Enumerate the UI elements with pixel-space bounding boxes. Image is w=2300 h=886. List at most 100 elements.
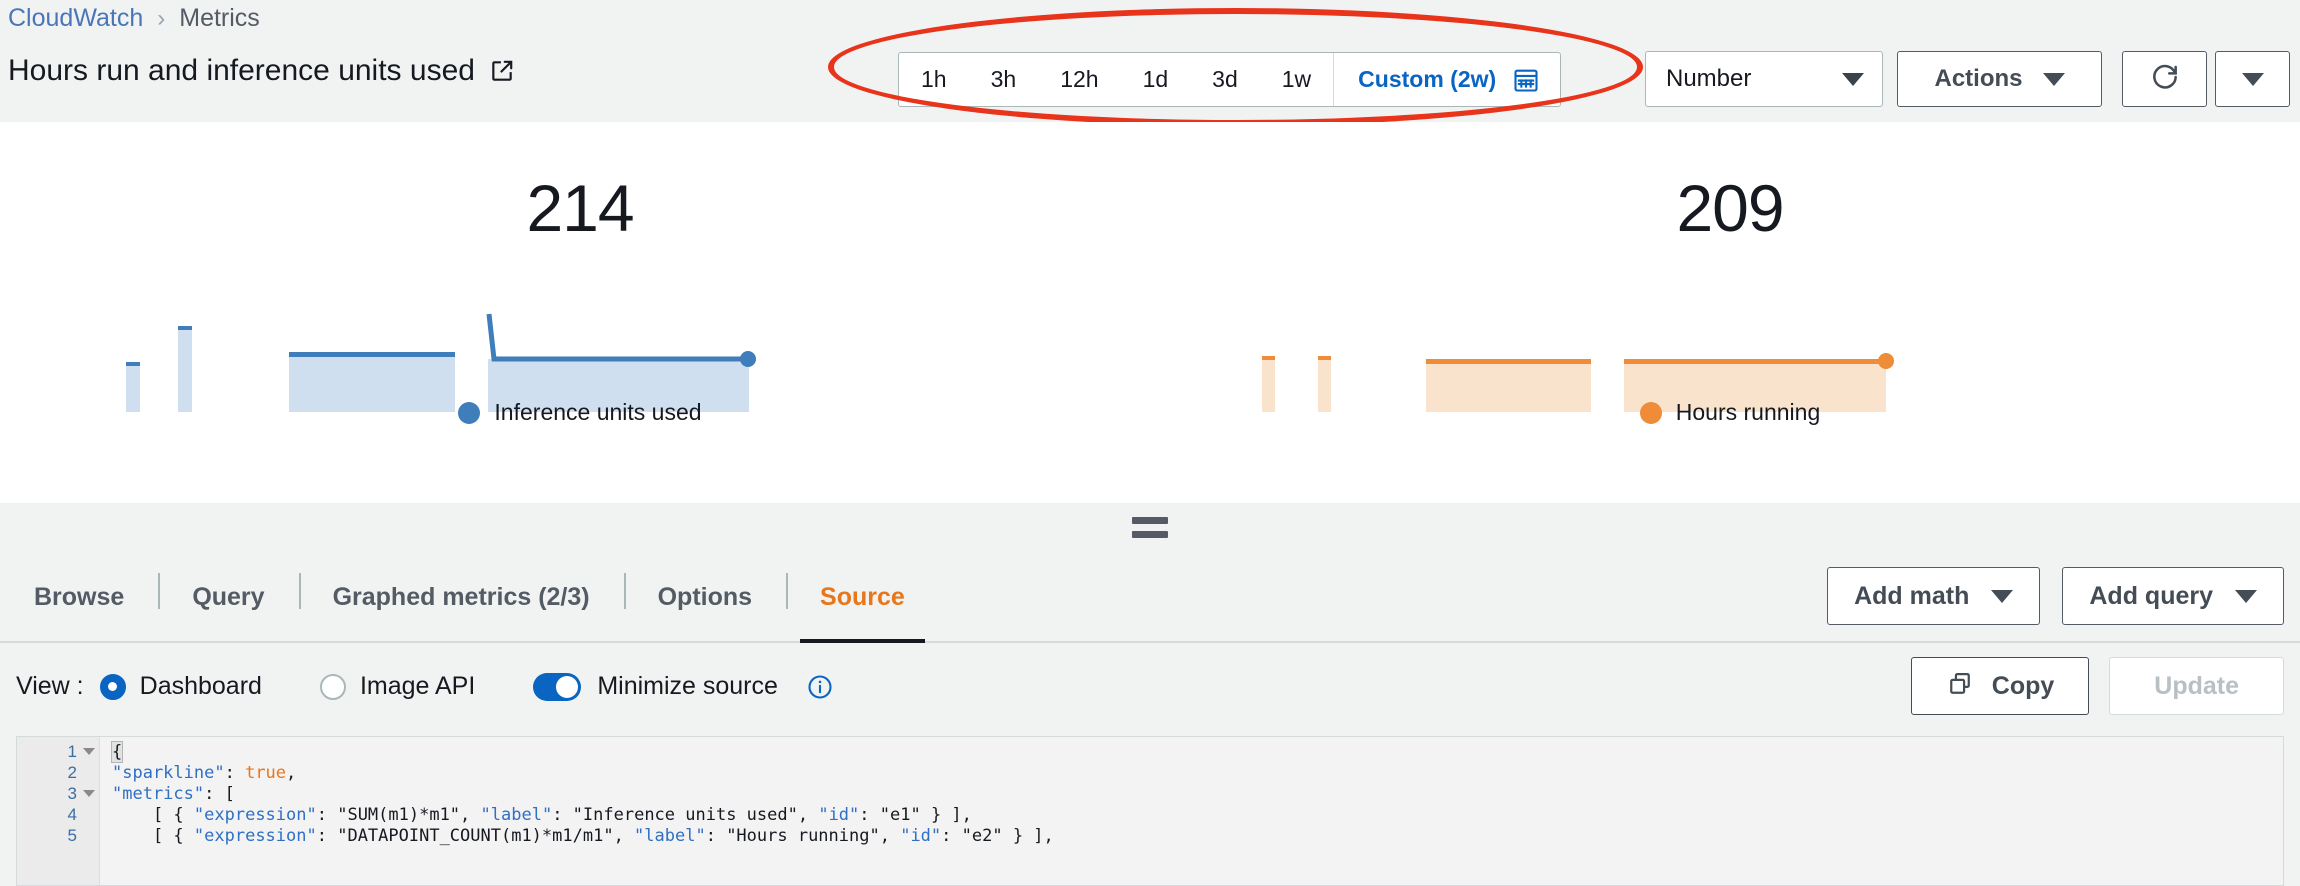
copy-button[interactable]: Copy [1911,657,2090,715]
tab-source[interactable]: Source [786,551,939,643]
line-number: 3 [17,784,77,804]
legend-color-dot [1640,402,1662,424]
tab-graphed-metrics[interactable]: Graphed metrics (2/3) [299,551,624,643]
sparkline-inference-units[interactable]: 214 Inference units used [0,122,1160,503]
code-line-text: [ { "expression": "DATAPOINT_COUNT(m1)*m… [100,826,1054,846]
chevron-down-icon [2235,590,2257,603]
time-range-3d[interactable]: 3d [1190,53,1260,106]
chevron-down-icon [2242,73,2264,86]
info-icon[interactable] [806,673,834,701]
code-lines: 1 { 2 "sparkline": true, 3 "metrics": [ … [17,741,2283,846]
line-number: 1 [17,742,77,762]
time-range-custom[interactable]: Custom (2w) [1334,53,1560,106]
breadcrumb-separator-icon: › [157,5,165,33]
handle-bar [1132,531,1168,538]
minimize-source-toggle[interactable]: Minimize source [533,672,834,701]
radio-label-dashboard: Dashboard [140,672,262,701]
fold-toggle-icon[interactable] [77,790,100,797]
tab-actions: Add math Add query [1827,567,2284,625]
legend-label-inference: Inference units used [494,399,701,426]
add-math-button[interactable]: Add math [1827,567,2040,625]
time-range-selector[interactable]: 1h 3h 12h 1d 3d 1w Custom (2w) [898,52,1561,107]
tab-label: Query [192,583,264,612]
legend-label-hours: Hours running [1676,399,1820,426]
breadcrumb-link-cloudwatch[interactable]: CloudWatch [8,4,143,33]
sparkline-hours-running[interactable]: 209 Hours running [1160,122,2300,503]
sparkline-legend-hours: Hours running [1160,399,2300,426]
tab-browse[interactable]: Browse [0,551,158,643]
line-number: 5 [17,826,77,846]
sparkline-chart-hours [1160,302,2300,412]
code-line-text: "metrics": [ [100,784,235,804]
legend-color-dot [458,402,480,424]
radio-dashboard[interactable]: Dashboard [100,672,262,701]
code-line: 1 { [17,741,2283,762]
update-label: Update [2154,672,2239,701]
view-options-right: Copy Update [1911,657,2284,715]
line-number: 4 [17,805,77,825]
widget-type-select[interactable]: Number [1645,51,1883,107]
widget-type-value: Number [1666,65,1751,93]
graph-panel: 214 Inference units used [0,122,2300,503]
sparkline-value-inference: 214 [0,170,1160,246]
actions-label: Actions [1934,65,2022,93]
time-range-1h[interactable]: 1h [899,53,969,106]
toggle-switch[interactable] [533,673,581,701]
time-range-custom-label: Custom (2w) [1358,66,1496,93]
view-options-row: View : Dashboard Image API Minimize sour… [0,643,2300,730]
refresh-icon [2149,61,2181,98]
handle-bar [1132,517,1168,524]
view-options-left: View : Dashboard Image API Minimize sour… [16,643,834,730]
line-number: 2 [17,763,77,783]
refresh-button[interactable] [2122,51,2207,107]
code-line: 2 "sparkline": true, [17,762,2283,783]
page-title-row: Hours run and inference units used [8,54,515,88]
tab-options[interactable]: Options [624,551,786,643]
code-line: 3 "metrics": [ [17,783,2283,804]
tab-label: Browse [34,583,124,612]
code-line-text: [ { "expression": "SUM(m1)*m1", "label":… [100,805,972,825]
page-title: Hours run and inference units used [8,54,475,88]
radio-indicator[interactable] [100,674,126,700]
tab-label: Source [820,583,905,612]
add-math-label: Add math [1854,582,1969,611]
tab-label: Graphed metrics (2/3) [333,583,590,612]
source-code-editor[interactable]: 1 { 2 "sparkline": true, 3 "metrics": [ … [16,736,2284,886]
sparkline-chart-inference [0,302,1160,412]
code-line: 5 [ { "expression": "DATAPOINT_COUNT(m1)… [17,825,2283,846]
refresh-options-button[interactable] [2215,51,2290,107]
panel-resize-row [0,503,2300,551]
minimize-source-label: Minimize source [597,672,778,701]
view-label: View : [16,672,84,701]
time-range-1d[interactable]: 1d [1121,53,1191,106]
chevron-down-icon [1842,73,1864,86]
calendar-icon[interactable] [1512,66,1540,94]
breadcrumb: CloudWatch › Metrics [8,4,260,33]
actions-button[interactable]: Actions [1897,51,2102,107]
tab-bar: Browse Query Graphed metrics (2/3) Optio… [0,551,2300,643]
code-line-text: { [100,742,122,762]
panel-resize-handle[interactable] [1132,517,1168,538]
code-line: 4 [ { "expression": "SUM(m1)*m1", "label… [17,804,2283,825]
tab-query[interactable]: Query [158,551,298,643]
radio-indicator[interactable] [320,674,346,700]
fold-toggle-icon[interactable] [77,748,100,755]
breadcrumb-current-metrics[interactable]: Metrics [179,4,260,33]
update-button: Update [2109,657,2284,715]
sparkline-legend-inference: Inference units used [0,399,1160,426]
add-query-button[interactable]: Add query [2062,567,2284,625]
copy-label: Copy [1992,672,2055,701]
radio-label-image-api: Image API [360,672,475,701]
sparkline-value-hours: 209 [1160,170,2300,246]
chevron-down-icon [1991,590,2013,603]
code-line-text: "sparkline": true, [100,763,296,783]
copy-icon [1946,670,1974,703]
page-header: CloudWatch › Metrics Hours run and infer… [0,0,2300,122]
time-range-3h[interactable]: 3h [969,53,1039,106]
radio-image-api[interactable]: Image API [320,672,475,701]
tab-label: Options [658,583,752,612]
edit-square-icon[interactable] [489,58,515,84]
time-range-12h[interactable]: 12h [1038,53,1120,106]
chevron-down-icon [2043,73,2065,86]
time-range-1w[interactable]: 1w [1260,53,1333,106]
